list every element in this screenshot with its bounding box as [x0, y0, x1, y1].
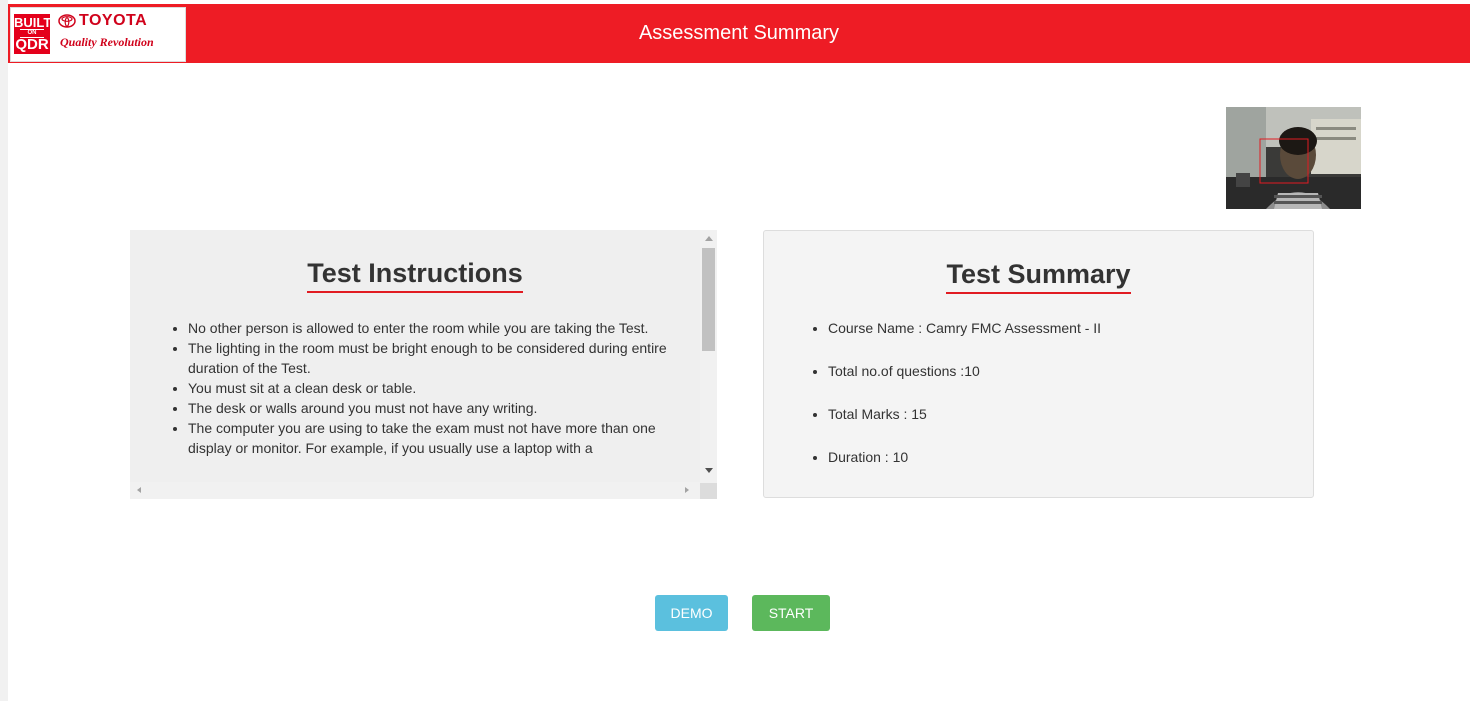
instructions-heading: Test Instructions	[130, 258, 700, 293]
demo-button[interactable]: DEMO	[655, 595, 728, 631]
page-title: Assessment Summary	[638, 22, 840, 44]
instructions-title: Test Instructions	[307, 258, 523, 293]
list-item: The computer you are using to take the e…	[188, 418, 698, 458]
webcam-preview	[1226, 107, 1361, 209]
scroll-right-icon[interactable]	[685, 487, 689, 493]
instructions-panel[interactable]: Test Instructions No other person is all…	[130, 230, 717, 499]
list-item: The desk or walls around you must not ha…	[188, 398, 698, 418]
course-name-item: Course Name : Camry FMC Assessment - II	[828, 317, 1101, 360]
instructions-vertical-scrollbar[interactable]	[700, 230, 717, 483]
header-bar: BUILT ON QDR TOYOTA Quality Revolution A…	[8, 4, 1470, 63]
list-item: The lighting in the room must be bright …	[188, 338, 698, 378]
scroll-up-icon[interactable]	[705, 236, 713, 241]
scroll-down-icon[interactable]	[705, 468, 713, 473]
summary-panel: Test Summary Course Name : Camry FMC Ass…	[763, 230, 1314, 498]
list-item: No other person is allowed to enter the …	[188, 318, 698, 338]
start-button[interactable]: START	[752, 595, 830, 631]
list-item: You must sit at a clean desk or table.	[188, 378, 698, 398]
instructions-horizontal-scrollbar[interactable]	[130, 482, 700, 499]
summary-heading: Test Summary	[764, 259, 1313, 294]
summary-list: Course Name : Camry FMC Assessment - II …	[810, 317, 1101, 489]
webcam-feed-image	[1226, 107, 1361, 209]
scrollbar-thumb[interactable]	[702, 248, 715, 351]
duration-item: Duration : 10	[828, 446, 1101, 489]
scroll-left-icon[interactable]	[137, 487, 141, 493]
scrollbar-corner	[700, 483, 717, 499]
left-edge-strip	[0, 0, 8, 701]
summary-title: Test Summary	[946, 259, 1131, 294]
total-marks-item: Total Marks : 15	[828, 403, 1101, 446]
total-questions-item: Total no.of questions :10	[828, 360, 1101, 403]
instructions-list: No other person is allowed to enter the …	[170, 318, 698, 458]
